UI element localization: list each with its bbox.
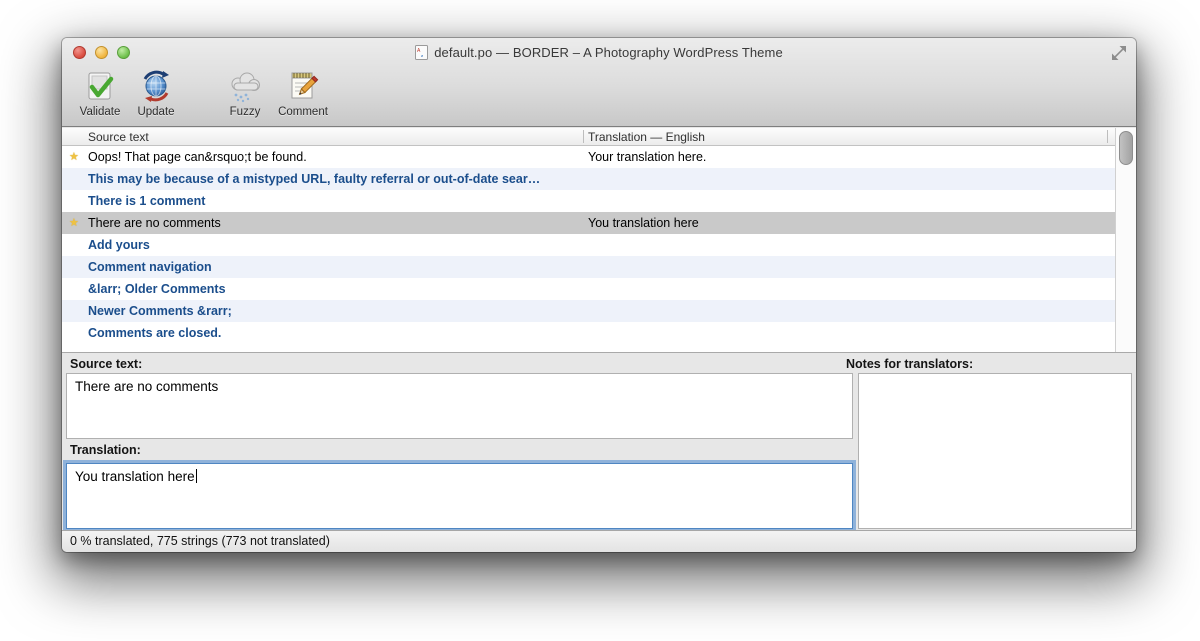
- window-title: default.po — BORDER – A Photography Word…: [434, 45, 783, 60]
- table-row[interactable]: Add yours: [62, 234, 1136, 256]
- table-row[interactable]: Comment navigation: [62, 256, 1136, 278]
- table-row[interactable]: ★ Oops! That page can&rsquo;t be found. …: [62, 146, 1136, 168]
- source-text-value: There are no comments: [75, 379, 218, 394]
- update-globe-icon: [139, 70, 173, 104]
- notes-label: Notes for translators:: [846, 357, 973, 371]
- column-divider[interactable]: [583, 130, 584, 143]
- fuzzy-cloud-icon: [228, 70, 262, 104]
- row-source-text: This may be because of a mistyped URL, f…: [88, 168, 540, 190]
- row-source-text: Newer Comments &rarr;: [88, 300, 232, 322]
- list-header: Source text Translation — English: [62, 128, 1136, 146]
- comment-button[interactable]: Comment: [270, 70, 336, 124]
- table-row[interactable]: &larr; Older Comments: [62, 278, 1136, 300]
- row-translation-text: Your translation here.: [588, 146, 706, 168]
- row-source-text: Add yours: [88, 234, 150, 256]
- editor-panel: Source text: Notes for translators: Ther…: [62, 352, 1136, 530]
- status-text: 0 % translated, 775 strings (773 not tra…: [70, 534, 330, 548]
- translation-label: Translation:: [70, 443, 141, 457]
- document-proxy-icon: A и: [415, 45, 428, 60]
- row-source-text: There is 1 comment: [88, 190, 205, 212]
- column-header-translation[interactable]: Translation — English: [588, 128, 705, 146]
- table-row[interactable]: This may be because of a mistyped URL, f…: [62, 168, 1136, 190]
- fuzzy-button[interactable]: Fuzzy: [218, 70, 272, 124]
- update-button[interactable]: Update: [128, 70, 184, 124]
- row-translation-text: You translation here: [588, 212, 699, 234]
- table-row-selected[interactable]: ★ There are no comments You translation …: [62, 212, 1136, 234]
- comment-label: Comment: [278, 106, 328, 118]
- source-text-box: There are no comments: [66, 373, 853, 439]
- table-row[interactable]: Newer Comments &rarr;: [62, 300, 1136, 322]
- comment-notepad-icon: [286, 70, 320, 104]
- column-divider-right[interactable]: [1107, 130, 1108, 143]
- title-bar[interactable]: A и default.po — BORDER – A Photography …: [62, 38, 1136, 66]
- toolbar: Validate: [62, 66, 1136, 126]
- fullscreen-icon[interactable]: [1110, 44, 1128, 62]
- desktop-background: A и default.po — BORDER – A Photography …: [0, 0, 1200, 641]
- text-caret: [196, 469, 197, 483]
- fuzzy-star-icon: ★: [69, 146, 79, 168]
- row-source-text: Comments are closed.: [88, 322, 221, 344]
- validate-label: Validate: [80, 106, 121, 118]
- row-source-text: There are no comments: [88, 212, 221, 234]
- fuzzy-star-icon: ★: [69, 212, 79, 234]
- validate-button[interactable]: Validate: [70, 70, 130, 124]
- validate-check-icon: [83, 70, 117, 104]
- column-header-source[interactable]: Source text: [88, 128, 149, 146]
- poedit-window: A и default.po — BORDER – A Photography …: [62, 38, 1136, 552]
- row-source-text: Comment navigation: [88, 256, 212, 278]
- translation-input[interactable]: You translation here: [66, 463, 853, 529]
- notes-box: [858, 373, 1132, 529]
- row-source-text: &larr; Older Comments: [88, 278, 226, 300]
- string-list: ★ Oops! That page can&rsquo;t be found. …: [62, 146, 1136, 352]
- status-bar: 0 % translated, 775 strings (773 not tra…: [62, 530, 1136, 552]
- update-label: Update: [137, 106, 174, 118]
- vertical-scrollbar[interactable]: [1115, 128, 1136, 352]
- table-row[interactable]: Comments are closed.: [62, 322, 1136, 344]
- fuzzy-label: Fuzzy: [230, 106, 261, 118]
- scrollbar-thumb[interactable]: [1119, 131, 1133, 165]
- window-chrome: A и default.po — BORDER – A Photography …: [62, 38, 1136, 127]
- source-text-label: Source text:: [70, 357, 142, 371]
- table-row[interactable]: There is 1 comment: [62, 190, 1136, 212]
- translation-value: You translation here: [75, 469, 195, 484]
- svg-text:и: и: [421, 53, 423, 58]
- row-source-text: Oops! That page can&rsquo;t be found.: [88, 146, 307, 168]
